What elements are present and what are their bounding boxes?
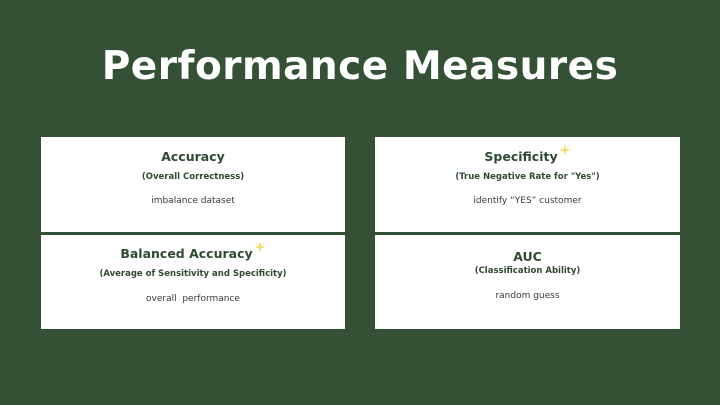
slide-title: Performance Measures [101,44,619,89]
card-title: Specificity [375,144,680,164]
card-title: Accuracy [41,149,345,164]
card-subtitle: (Average of Sensitivity and Specificity) [99,269,287,279]
card-note: identify “YES” customer [473,196,582,206]
card-title-text: Specificity [484,149,558,164]
accuracy-card: Accuracy (Overall Correctness) imbalance… [41,137,345,232]
card-title-text: Accuracy [161,149,225,164]
specificity-card: Specificity (True Negative Rate for "Yes… [375,137,680,232]
card-subtitle: (Classification Ability) [474,266,581,276]
sparkle-star-icon [254,241,266,256]
card-title-text: Balanced Accuracy [120,246,253,261]
card-title: Balanced Accuracy [41,241,345,261]
balanced-accuracy-card: Balanced Accuracy (Average of Sensitivit… [41,235,345,329]
sparkle-star-icon [559,144,571,159]
card-subtitle: (True Negative Rate for "Yes") [455,172,600,182]
card-title-text: AUC [513,249,542,264]
card-title: AUC [375,249,680,264]
card-note: imbalance dataset [151,196,235,206]
auc-card: AUC (Classification Ability) random gues… [375,235,680,329]
card-subtitle: (Overall Correctness) [141,172,245,182]
card-note: overall performance [146,294,240,304]
card-note: random guess [495,291,560,301]
